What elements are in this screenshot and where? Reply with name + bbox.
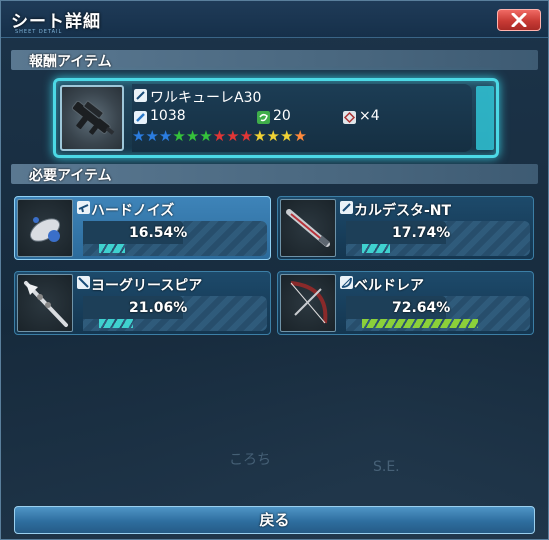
required-item-card[interactable]: ハードノイズ 16.54% [14,196,271,260]
spear-icon [24,281,68,327]
back-button[interactable]: 戻る [14,506,535,534]
item-thumbnail [280,199,336,257]
window-subtitle: SHEET DETAIL [15,29,63,35]
rifle-icon [71,100,115,135]
reward-attack-value: 1038 [150,108,186,124]
sheet-detail-window: ころち S.E. シート詳細 SHEET DETAIL 報酬アイテム ワルキュー… [0,0,549,540]
close-icon [511,13,527,27]
required-item-card[interactable]: ヨーグリースピア 21.06% [14,271,271,335]
rarity-star: ★ [172,127,186,145]
item-progress-bar: 17.74% [346,221,530,256]
item-thumbnail [17,199,73,257]
spear-category-icon [77,276,90,289]
rarity-star: ★ [279,127,294,145]
sword-category-icon [134,89,147,102]
green-swirl-icon [257,111,270,124]
reward-info: ワルキューレA30 1038 20 ×4 ★ ★ ★ ★ ★ ★ ★ ★ ★ ★ ★ ★ ★ [132,84,472,152]
item-progress-fill [362,244,390,253]
rarity-stars: ★ ★ ★ ★ ★ ★ ★ ★ ★ ★ ★ ★ ★ [132,128,307,144]
item-percent: 16.54% [129,225,188,241]
item-progress-bar: 16.54% [83,221,267,256]
item-progress-fill [99,244,125,253]
rarity-star: ★ [132,127,146,145]
sword-category-icon [340,201,353,214]
reward-section-header: 報酬アイテム [11,50,538,70]
required-item-card[interactable]: カルデスタ-NT 17.74% [277,196,534,260]
item-name: ベルドレア [354,278,424,294]
bow-icon [290,281,328,324]
reward-item-name: ワルキューレA30 [150,90,262,106]
rarity-star: ★ [253,127,267,145]
gun-icon [29,217,61,242]
required-section-label: 必要アイテム [29,168,112,184]
rarity-star: ★ [226,127,240,145]
bow-category-icon [340,276,353,289]
slot-icon [343,111,356,124]
rarity-star: ★ [199,127,213,145]
reward-item-thumbnail [60,85,124,151]
rarity-star: ★ [293,127,307,145]
item-progress-bar: 72.64% [346,296,530,331]
sword-power-icon [134,111,147,124]
title-bar: シート詳細 SHEET DETAIL [1,1,548,38]
item-percent: 72.64% [392,300,451,316]
item-percent: 17.74% [392,225,451,241]
item-name: カルデスタ-NT [354,203,452,219]
background-text-right: S.E. [373,459,400,475]
rarity-star: ★ [266,127,280,145]
rarity-star: ★ [185,127,200,145]
reward-panel-side-bar [476,86,494,150]
sword-icon [286,209,330,247]
reward-slot-value: ×4 [359,108,380,124]
item-thumbnail [280,274,336,332]
required-item-card[interactable]: ベルドレア 72.64% [277,271,534,335]
item-progress-fill [362,319,478,328]
required-section-header: 必要アイテム [11,164,538,184]
item-name: ハードノイズ [91,203,175,219]
rarity-star: ★ [158,127,173,145]
rarity-star: ★ [239,127,254,145]
rarity-star: ★ [145,127,159,145]
gun-category-icon [77,201,90,214]
reward-section-label: 報酬アイテム [29,54,112,70]
item-progress-fill [99,319,133,328]
rarity-star: ★ [212,127,227,145]
close-button[interactable] [497,9,541,31]
item-name: ヨーグリースピア [91,278,203,294]
background-text-left: ころち [229,452,271,468]
item-percent: 21.06% [129,300,188,316]
item-progress-bar: 21.06% [83,296,267,331]
reward-item-panel[interactable]: ワルキューレA30 1038 20 ×4 ★ ★ ★ ★ ★ ★ ★ ★ ★ ★ ★ ★ ★ [53,78,499,158]
reward-element-value: 20 [273,108,291,124]
item-thumbnail [17,274,73,332]
